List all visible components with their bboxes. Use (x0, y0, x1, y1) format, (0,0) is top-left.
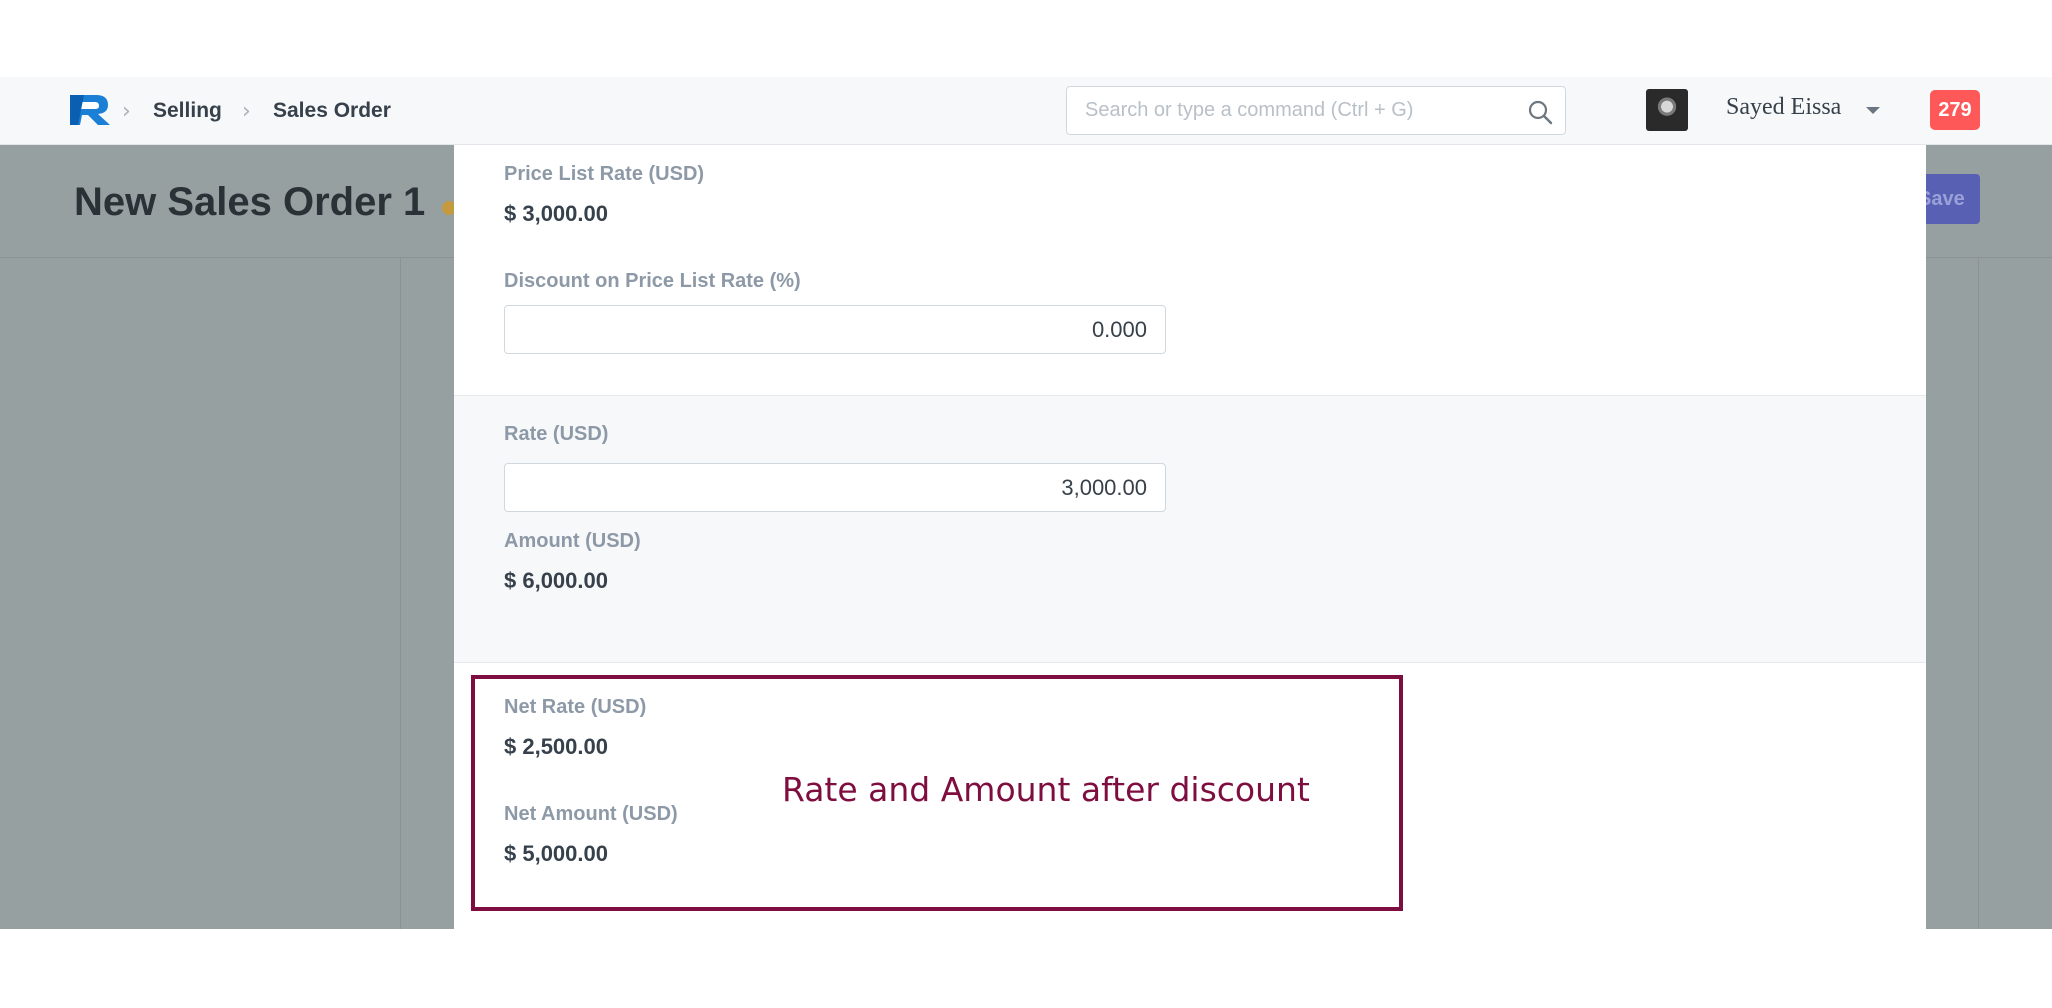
navbar: › Selling › Sales Order Sayed Eissa 279 (0, 77, 2052, 145)
page-title: New Sales Order 1 (74, 180, 426, 224)
notification-badge[interactable]: 279 (1930, 90, 1980, 130)
annotation-note: Rate and Amount after discount (782, 770, 1310, 809)
breadcrumb-separator-icon: › (122, 99, 131, 124)
rate-input[interactable] (504, 463, 1166, 512)
search-input[interactable] (1067, 87, 1507, 134)
rate-section: Rate (USD) Amount (USD) $ 6,000.00 (454, 396, 1926, 663)
discount-label: Discount on Price List Rate (%) (504, 270, 801, 292)
price-list-rate-label: Price List Rate (USD) (504, 163, 705, 185)
price-section: Price List Rate (USD) $ 3,000.00 Discoun… (454, 145, 1926, 396)
app-logo-icon[interactable] (68, 93, 112, 127)
search-box[interactable] (1066, 86, 1566, 135)
search-icon[interactable] (1527, 99, 1553, 125)
user-menu-name[interactable]: Sayed Eissa (1726, 94, 1841, 121)
rate-label: Rate (USD) (504, 423, 609, 445)
breadcrumb-sales-order[interactable]: Sales Order (273, 99, 391, 123)
amount-value: $ 6,000.00 (504, 568, 608, 593)
background-column-divider (400, 258, 401, 929)
background-column-divider (1978, 258, 1979, 929)
avatar[interactable] (1646, 89, 1688, 131)
chevron-down-icon[interactable] (1866, 107, 1880, 114)
price-list-rate-value: $ 3,000.00 (504, 201, 608, 226)
amount-label: Amount (USD) (504, 530, 641, 552)
breadcrumb-selling[interactable]: Selling (153, 99, 222, 123)
discount-input[interactable] (504, 305, 1166, 354)
breadcrumb-separator-icon: › (242, 99, 251, 124)
